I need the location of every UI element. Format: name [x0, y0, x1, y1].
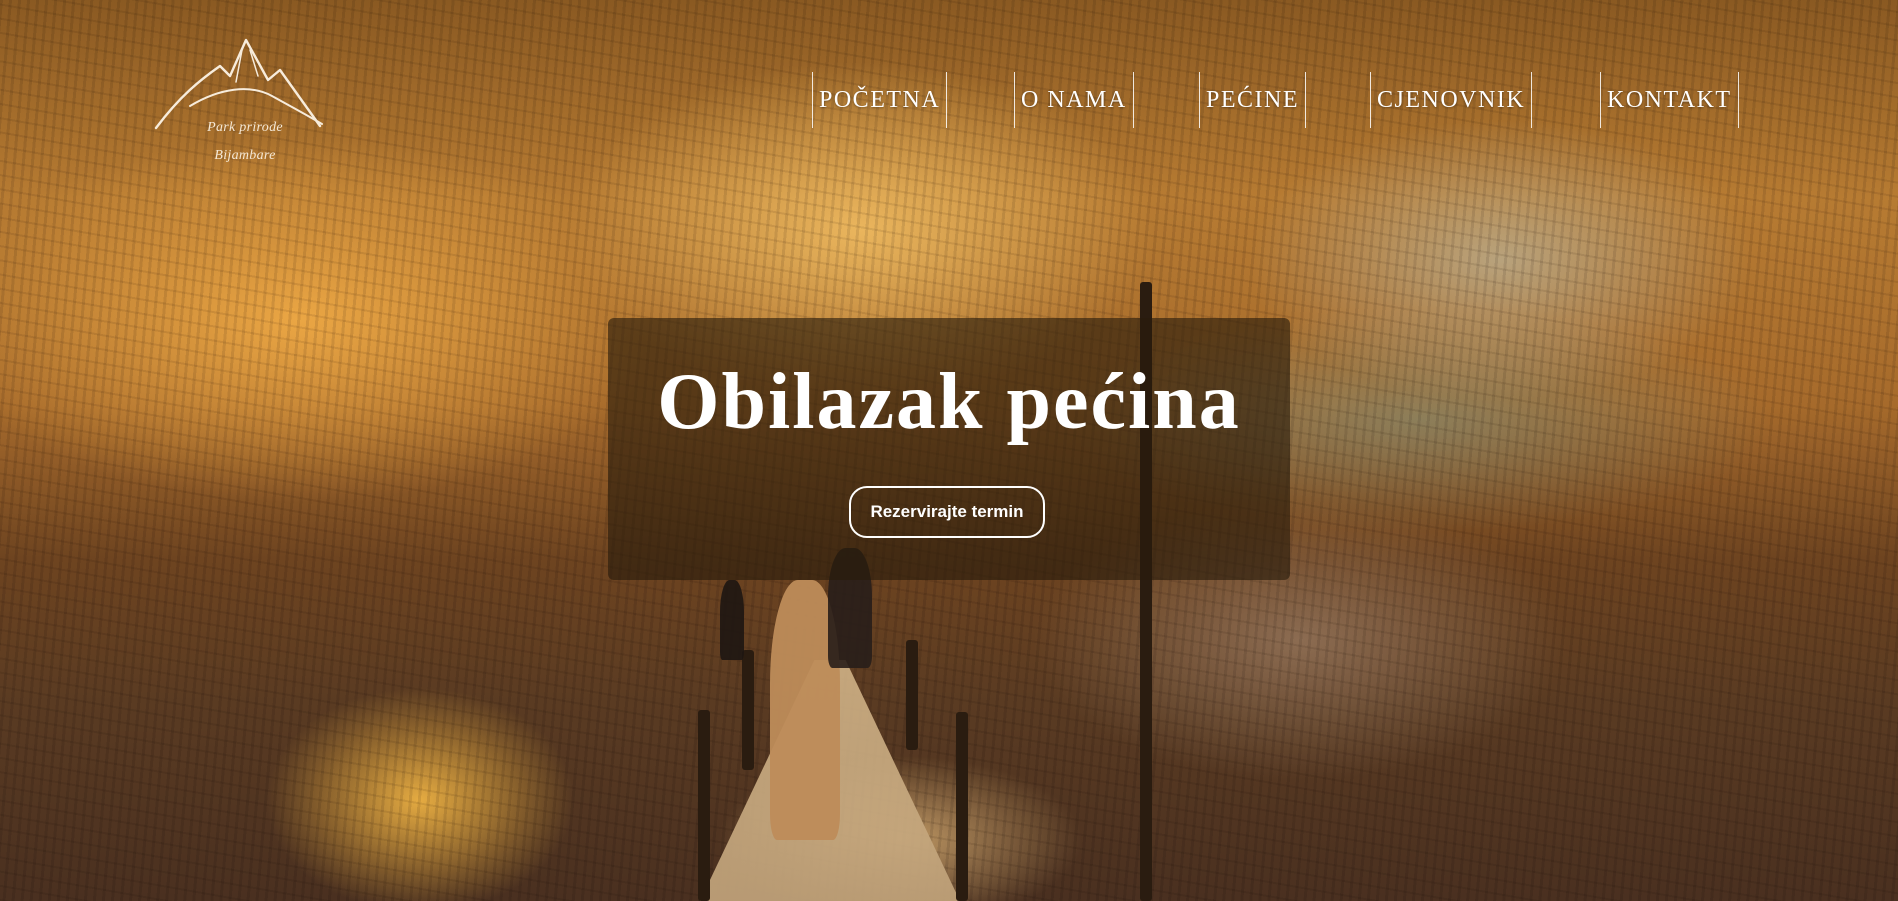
railing-post [698, 710, 710, 901]
visitor-figure [720, 580, 744, 660]
railing-post [742, 650, 754, 770]
nav-item-pecine[interactable]: PEĆINE [1199, 72, 1306, 128]
railing-post [906, 640, 918, 750]
logo-line-2: Bijambare [214, 148, 276, 163]
railing-post [956, 712, 968, 901]
hero-section: Park prirode Bijambare POČETNA O NAMA PE… [0, 0, 1898, 901]
logo-line-1: Park prirode [207, 120, 283, 135]
hero-title: Obilazak pećina [657, 358, 1241, 446]
nav-item-o-nama[interactable]: O NAMA [1014, 72, 1134, 128]
site-logo[interactable]: Park prirode Bijambare [150, 36, 330, 176]
hero-panel: Obilazak pećina Rezervirajte termin [608, 318, 1290, 580]
nav-item-kontakt[interactable]: KONTAKT [1600, 72, 1739, 128]
nav-item-cjenovnik[interactable]: CJENOVNIK [1370, 72, 1533, 128]
reserve-button[interactable]: Rezervirajte termin [849, 486, 1045, 538]
nav-item-pocetna[interactable]: POČETNA [812, 72, 948, 128]
